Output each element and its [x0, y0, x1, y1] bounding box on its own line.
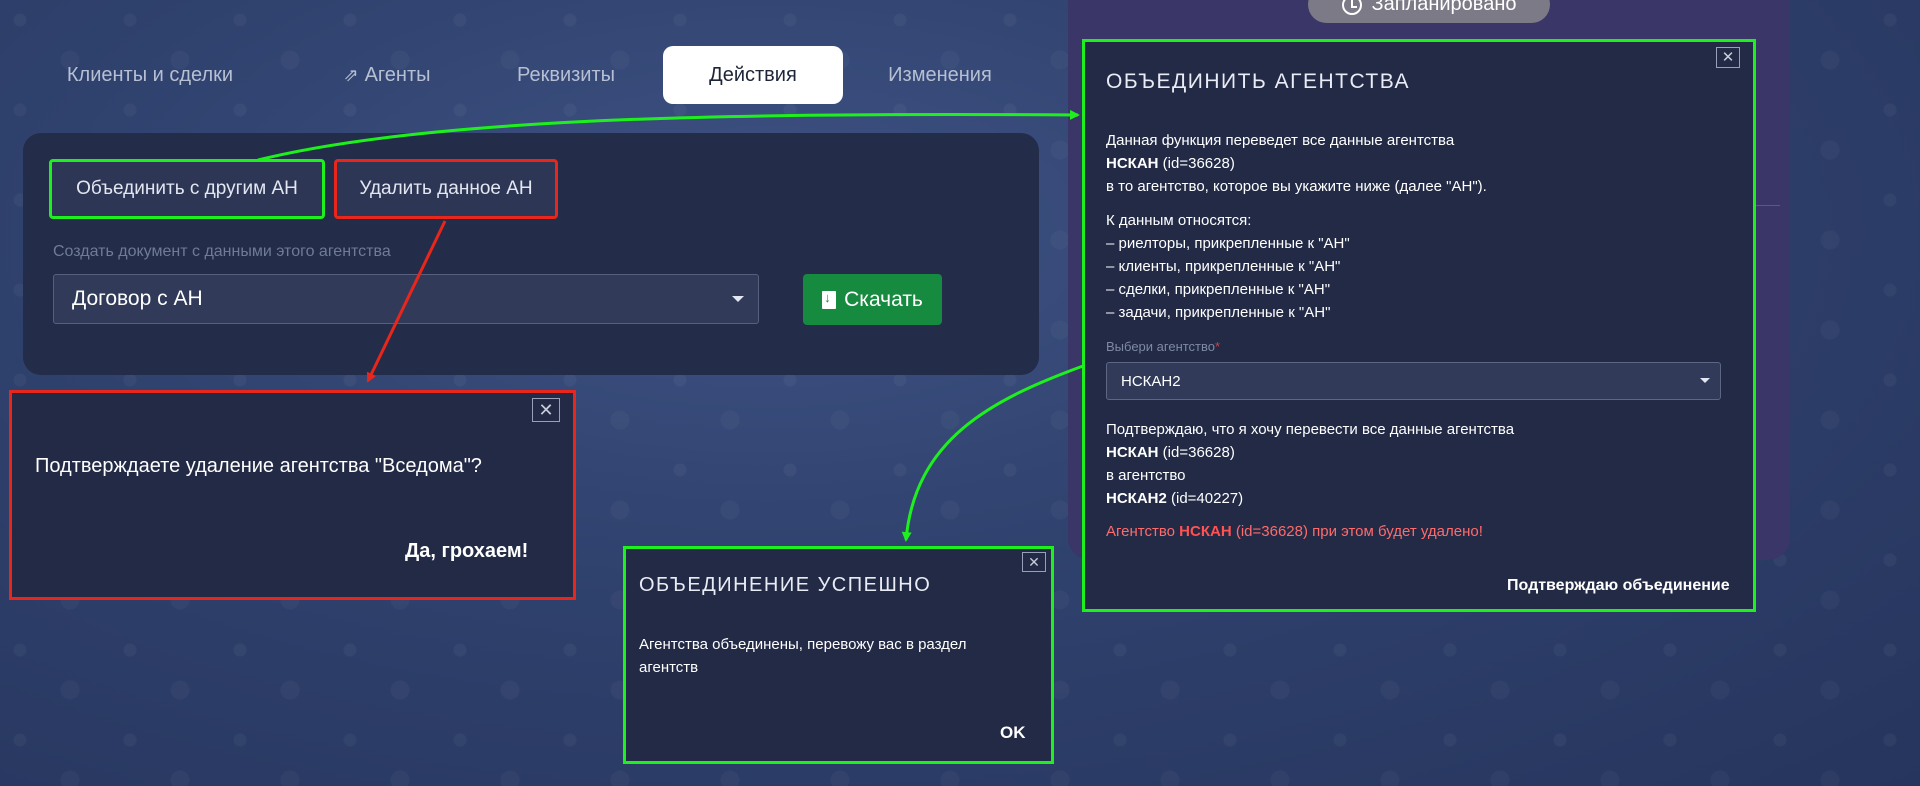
list-item: – риелторы, прикрепленные к "АН" — [1106, 235, 1350, 252]
download-button[interactable]: Скачать — [803, 274, 942, 325]
tab-label: Изменения — [888, 63, 992, 86]
success-modal-title: ОБЪЕДИНЕНИЕ УСПЕШНО — [639, 574, 932, 596]
success-message: Агентства объединены, перевожу вас в раз… — [639, 636, 967, 676]
merge-modal-title: ОБЪЕДИНИТЬ АГЕНТСТВА — [1106, 70, 1411, 93]
file-download-icon — [822, 290, 837, 309]
tab-label: Клиенты и сделки — [66, 63, 234, 86]
target-agency-id: (id=40227) — [1171, 490, 1244, 507]
merge-agency-label: Объединить с другим АН — [76, 178, 298, 199]
chevron-down-icon — [1700, 378, 1710, 383]
delete-confirm-question: Подтверждаете удаление агентства "Вседом… — [35, 455, 482, 477]
chevron-down-icon — [732, 296, 744, 302]
agency-select[interactable]: НСКАН2 — [1106, 362, 1721, 400]
delete-confirm-button[interactable]: Да, грохаем! — [405, 540, 528, 563]
status-badge: Запланировано — [1308, 0, 1550, 23]
merge-agency-button[interactable]: Объединить с другим АН — [49, 159, 325, 219]
merge-warning: Агентство НСКАН (id=36628) при этом буде… — [1106, 523, 1483, 540]
confirm-line: в агентство — [1106, 467, 1186, 484]
source-agency-name: НСКАН — [1106, 155, 1159, 172]
success-arrow — [901, 364, 1084, 542]
source-agency-id: (id=36628) — [1162, 444, 1235, 461]
source-agency-id: (id=36628) — [1162, 155, 1235, 172]
document-select[interactable]: Договор с АН — [53, 274, 759, 324]
target-agency-name: НСКАН2 — [1106, 490, 1167, 507]
document-select-value: Договор с АН — [72, 287, 203, 310]
warning-suffix: (id=36628) при этом будет удалено! — [1235, 523, 1483, 540]
confirm-line: Подтверждаю, что я хочу перевести все да… — [1106, 421, 1515, 438]
agency-select-label: Выбери агентство* — [1106, 339, 1220, 354]
tab-label: Действия — [709, 63, 797, 86]
tab-label: Реквизиты — [516, 63, 615, 86]
list-item: – сделки, прикрепленные к "АН" — [1106, 281, 1331, 298]
tab-actions[interactable]: Действия — [663, 46, 843, 104]
merge-intro-line: в то агентство, которое вы укажите ниже … — [1106, 178, 1487, 195]
ok-button[interactable]: OK — [1000, 723, 1026, 743]
close-icon[interactable]: ✕ — [1022, 552, 1046, 572]
delete-agency-button[interactable]: Удалить данное АН — [334, 159, 558, 219]
required-marker: * — [1215, 339, 1221, 354]
source-agency-name: НСКАН — [1106, 444, 1159, 461]
list-item: – клиенты, прикрепленные к "АН" — [1106, 258, 1341, 275]
list-item: – задачи, прикрепленные к "АН" — [1106, 304, 1331, 321]
merge-includes: К данным относятся: – риелторы, прикрепл… — [1106, 209, 1350, 324]
close-icon[interactable]: ✕ — [1716, 47, 1740, 68]
tab-changes[interactable]: Изменения — [873, 46, 1007, 104]
external-link-icon: ⇗ — [343, 64, 359, 85]
includes-heading: К данным относятся: — [1106, 212, 1252, 229]
merge-confirmation-text: Подтверждаю, что я хочу перевести все да… — [1106, 418, 1514, 510]
warning-prefix: Агентство — [1106, 523, 1175, 540]
delete-confirm-modal — [9, 390, 576, 600]
tab-agents[interactable]: ⇗ Агенты — [312, 46, 462, 104]
delete-agency-label: Удалить данное АН — [359, 178, 533, 199]
tab-label: Агенты — [364, 63, 431, 86]
tab-clients-deals[interactable]: Клиенты и сделки — [45, 46, 255, 104]
merge-intro: Данная функция переведет все данные аген… — [1106, 129, 1487, 198]
status-badge-label: Запланировано — [1371, 0, 1517, 15]
download-label: Скачать — [844, 287, 923, 311]
tab-requisites[interactable]: Реквизиты — [500, 46, 632, 104]
warning-agency-name: НСКАН — [1179, 523, 1232, 540]
agency-select-label-text: Выбери агентство — [1106, 339, 1215, 354]
confirm-merge-button[interactable]: Подтверждаю объединение — [1507, 577, 1730, 595]
close-icon[interactable]: ✕ — [532, 398, 560, 422]
merge-intro-line: Данная функция переведет все данные аген… — [1106, 132, 1455, 149]
document-label: Создать документ с данными этого агентст… — [53, 243, 391, 260]
agency-select-value: НСКАН2 — [1121, 372, 1181, 390]
clock-icon — [1341, 0, 1362, 15]
